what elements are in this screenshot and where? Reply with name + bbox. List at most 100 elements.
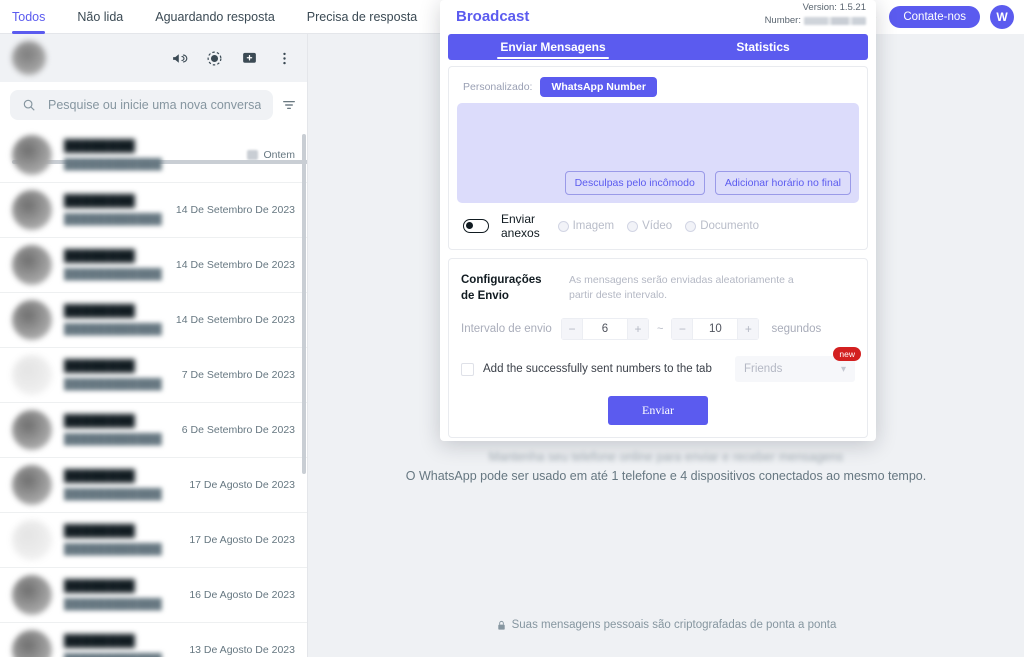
chat-list-item[interactable]: ████████ ████████████ 17 De Agosto De 2023 bbox=[0, 513, 307, 568]
chat-date: 14 De Setembro De 2023 bbox=[175, 204, 295, 216]
chat-avatar bbox=[12, 300, 52, 340]
chat-date: 16 De Agosto De 2023 bbox=[189, 589, 295, 601]
send-attachments-toggle[interactable] bbox=[463, 219, 489, 233]
search-box[interactable] bbox=[10, 90, 273, 120]
radio-imagem[interactable]: Imagem bbox=[557, 220, 615, 232]
chat-list-item[interactable]: ████████ ████████████ 14 De Setembro De 20… bbox=[0, 293, 307, 348]
chat-name: ████████ bbox=[64, 524, 135, 538]
chat-preview: ████████████ bbox=[64, 323, 162, 335]
sidebar-scrollbar[interactable] bbox=[302, 134, 306, 474]
chat-list-item[interactable]: ████████ ████████████ 14 De Setembro De 20… bbox=[0, 183, 307, 238]
send-settings-card: Configurações de Envio As mensagens serã… bbox=[448, 258, 868, 439]
chat-rows: ████████ ████████████ Ontem ████████ ███████… bbox=[0, 128, 307, 657]
status-icon[interactable] bbox=[206, 50, 223, 67]
add-numbers-label: Add the successfully sent numbers to the… bbox=[483, 363, 712, 376]
interval-min-increment[interactable]: + bbox=[627, 318, 649, 341]
chat-list-item[interactable]: ████████ ████████████ 14 De Setembro De 20… bbox=[0, 238, 307, 293]
chat-list-item[interactable]: ████████ ████████████ Ontem bbox=[0, 128, 307, 183]
quick-reply-chips: Desculpas pelo incômodo Adicionar horári… bbox=[564, 171, 851, 195]
tab-nao-lida[interactable]: Não lida bbox=[61, 0, 139, 34]
radio-label: Vídeo bbox=[642, 220, 673, 232]
radio-dot bbox=[627, 220, 639, 232]
tab-precisa-de-resposta[interactable]: Precisa de resposta bbox=[291, 0, 433, 34]
interval-label: Intervalo de envio bbox=[461, 323, 552, 336]
chat-avatar bbox=[12, 630, 52, 657]
profile-avatar[interactable] bbox=[12, 41, 46, 75]
chat-list-item[interactable]: ████████ ████████████ 16 De Agosto De 2023 bbox=[0, 568, 307, 623]
search-input[interactable] bbox=[48, 98, 261, 112]
chat-text: ████████████████████ bbox=[64, 634, 177, 657]
chat-list-item[interactable]: ████████████████████13 De Agosto De 2023 bbox=[0, 623, 307, 657]
radio-dot bbox=[557, 220, 569, 232]
chat-text: ████████████████████ bbox=[64, 524, 177, 556]
chat-date: 14 De Setembro De 2023 bbox=[175, 314, 295, 326]
tab-aguardando-resposta[interactable]: Aguardando resposta bbox=[139, 0, 291, 34]
chat-avatar bbox=[12, 575, 52, 615]
chat-preview: ████████████ bbox=[64, 598, 162, 610]
tab-enviar-mensagens[interactable]: Enviar Mensagens bbox=[448, 34, 658, 60]
interval-max-stepper: − 10 + bbox=[671, 318, 760, 341]
main-info-faded-line: Mantenha seu telefone online para enviar… bbox=[488, 450, 844, 464]
seconds-label: segundos bbox=[771, 323, 822, 336]
chat-list-item[interactable]: ████████ ████████████ 6 De Setembro De 202… bbox=[0, 403, 307, 458]
sidebar-header-actions bbox=[171, 50, 293, 67]
chat-name: ████████ bbox=[64, 414, 135, 428]
lock-icon bbox=[497, 620, 505, 630]
radio-label: Imagem bbox=[572, 220, 615, 232]
modal-header: Broadcast Version: 1.5.21 Number: bbox=[440, 0, 876, 34]
chat-name: ████████ bbox=[64, 359, 135, 373]
radio-documento[interactable]: Documento bbox=[685, 220, 759, 232]
megaphone-icon[interactable] bbox=[171, 50, 188, 67]
modal-number-info: Number: bbox=[765, 15, 866, 28]
chat-list-item[interactable]: ████████ ████████████ 17 De Agosto De 2023 bbox=[0, 458, 307, 513]
quick-reply-apology[interactable]: Desculpas pelo incômodo bbox=[564, 171, 705, 195]
interval-max-decrement[interactable]: − bbox=[671, 318, 694, 341]
interval-min-value[interactable]: 6 bbox=[583, 318, 627, 341]
chat-name: ████████ bbox=[64, 139, 135, 153]
chat-date: 17 De Agosto De 2023 bbox=[189, 534, 295, 546]
chat-text: ████████████████████ bbox=[64, 469, 177, 501]
tab-todos[interactable]: Todos bbox=[0, 0, 61, 34]
radio-video[interactable]: Vídeo bbox=[627, 220, 672, 232]
settings-description: As mensagens serão enviadas aleatoriamen… bbox=[569, 274, 794, 302]
quick-reply-add-time[interactable]: Adicionar horário no final bbox=[714, 171, 851, 195]
unread-badge bbox=[247, 150, 259, 160]
filter-icon[interactable] bbox=[281, 97, 297, 113]
chat-meta: 7 De Setembro De 2023 bbox=[182, 369, 295, 381]
chat-text: ████████████████████ bbox=[64, 139, 235, 171]
contact-us-button[interactable]: Contate-nos bbox=[889, 5, 980, 28]
whatsapp-number-chip[interactable]: WhatsApp Number bbox=[540, 77, 657, 97]
radio-label: Documento bbox=[700, 220, 759, 232]
menu-icon[interactable] bbox=[276, 50, 293, 67]
chat-meta: 17 De Agosto De 2023 bbox=[189, 534, 295, 546]
interval-min-decrement[interactable]: − bbox=[561, 318, 583, 341]
main-info-line: O WhatsApp pode ser usado em até 1 telef… bbox=[405, 469, 927, 484]
tab-select-value: Friends bbox=[744, 363, 783, 376]
chat-list-item[interactable]: ████████ ████████████ 7 De Setembro De 202… bbox=[0, 348, 307, 403]
search-bar bbox=[0, 82, 307, 128]
personalizado-row: Personalizado: WhatsApp Number bbox=[457, 75, 859, 103]
avatar[interactable]: W bbox=[990, 4, 1014, 29]
settings-header: Configurações de Envio As mensagens serã… bbox=[461, 273, 855, 304]
tab-statistics[interactable]: Statistics bbox=[658, 34, 868, 60]
chat-preview: ████████████ bbox=[64, 378, 162, 390]
chat-list[interactable]: ████████ ████████████ Ontem ████████ ███████… bbox=[0, 128, 307, 657]
chat-preview: ████████████ bbox=[64, 158, 162, 170]
sidebar-header bbox=[0, 34, 307, 82]
chat-name: ████████ bbox=[64, 579, 135, 593]
add-numbers-checkbox[interactable] bbox=[461, 362, 474, 376]
chat-meta: 17 De Agosto De 2023 bbox=[189, 479, 295, 491]
modal-tab-label: Enviar Mensagens bbox=[500, 40, 606, 54]
message-textarea[interactable]: Desculpas pelo incômodo Adicionar horári… bbox=[457, 103, 859, 203]
chat-avatar bbox=[12, 410, 52, 450]
interval-max-increment[interactable]: + bbox=[737, 318, 760, 341]
send-button-row: Enviar bbox=[461, 396, 855, 426]
chat-preview: ████████████ bbox=[64, 433, 162, 445]
chat-meta: 14 De Setembro De 2023 bbox=[176, 314, 295, 326]
interval-max-value[interactable]: 10 bbox=[693, 318, 738, 341]
new-chat-icon[interactable] bbox=[241, 50, 258, 67]
attachment-type-radios: Imagem Vídeo Documento bbox=[557, 220, 855, 232]
chat-preview: ████████████ bbox=[64, 268, 162, 280]
send-button[interactable]: Enviar bbox=[608, 396, 708, 426]
chat-preview: ████████████ bbox=[64, 213, 162, 225]
